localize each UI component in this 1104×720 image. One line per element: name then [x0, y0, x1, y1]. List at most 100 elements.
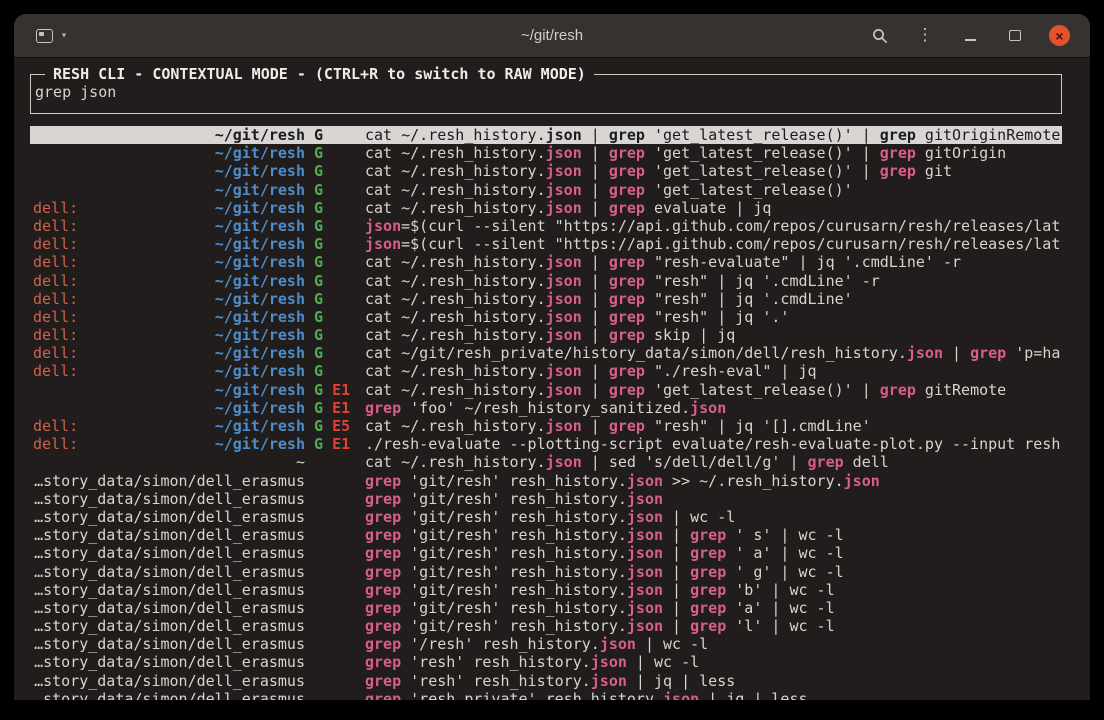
flag-badge: G [314, 126, 323, 144]
flags: G [314, 308, 356, 326]
command-text: cat ~/.resh_history.json | grep 'get_lat… [365, 381, 1062, 399]
history-row[interactable]: …story_data/simon/dell_erasmusgrep '/res… [30, 635, 1062, 653]
history-row[interactable]: dell:~/git/reshGjson=$(curl --silent "ht… [30, 235, 1062, 253]
flag-badge: G [314, 435, 323, 453]
history-row[interactable]: dell:~/git/reshGcat ~/.resh_history.json… [30, 308, 1062, 326]
search-query[interactable]: grep json [35, 83, 1053, 101]
history-row[interactable]: …story_data/simon/dell_erasmusgrep 'git/… [30, 526, 1062, 544]
history-row[interactable]: dell:~/git/reshG E1./resh-evaluate --plo… [30, 435, 1062, 453]
flags [314, 544, 356, 562]
history-row[interactable]: …story_data/simon/dell_erasmusgrep 'git/… [30, 581, 1062, 599]
tab-icon [36, 29, 53, 43]
history-row[interactable]: …story_data/simon/dell_erasmusgrep 'git/… [30, 544, 1062, 562]
command-text: grep 'foo' ~/resh_history_sanitized.json [365, 399, 1062, 417]
history-row[interactable]: …story_data/simon/dell_erasmusgrep 'resh… [30, 672, 1062, 690]
history-row[interactable]: ~/git/reshG E1grep 'foo' ~/resh_history_… [30, 399, 1062, 417]
history-row[interactable]: …story_data/simon/dell_erasmusgrep 'git/… [30, 490, 1062, 508]
restore-icon [1009, 30, 1021, 41]
match-highlight: grep [365, 399, 401, 417]
history-row[interactable]: ~/git/reshGcat ~/.resh_history.json | gr… [30, 162, 1062, 180]
history-row[interactable]: ~/git/reshGcat ~/.resh_history.json | gr… [30, 144, 1062, 162]
match-highlight: json [546, 162, 582, 180]
history-row[interactable]: dell:~/git/reshGcat ~/.resh_history.json… [30, 362, 1062, 380]
history-row[interactable]: ~/git/reshG E1cat ~/.resh_history.json |… [30, 381, 1062, 399]
tabs-button[interactable]: ▾ [36, 29, 67, 43]
command-text: cat ~/.resh_history.json | sed 's/dell/d… [365, 453, 1062, 471]
directory-label: ~/git/resh [215, 162, 305, 180]
match-highlight: grep [365, 490, 401, 508]
row-context: dell:~/git/resh [33, 326, 305, 344]
flag-badge: G [314, 144, 323, 162]
history-row[interactable]: …story_data/simon/dell_erasmusgrep 'resh… [30, 690, 1062, 700]
flags: G [314, 217, 356, 235]
command-text: grep 'git/resh' resh_history.json | grep… [365, 526, 1062, 544]
restore-button[interactable] [1004, 25, 1026, 47]
history-row[interactable]: …story_data/simon/dell_erasmusgrep 'git/… [30, 472, 1062, 490]
match-highlight: grep [365, 526, 401, 544]
match-highlight: grep [365, 508, 401, 526]
history-row[interactable]: dell:~/git/reshGcat ~/.resh_history.json… [30, 199, 1062, 217]
history-row[interactable]: …story_data/simon/dell_erasmusgrep 'git/… [30, 508, 1062, 526]
match-highlight: grep [609, 144, 645, 162]
match-highlight: grep [609, 290, 645, 308]
titlebar-actions: ⋮ × [869, 25, 1070, 47]
row-context: ~ [33, 453, 305, 471]
history-row[interactable]: …story_data/simon/dell_erasmusgrep 'git/… [30, 599, 1062, 617]
history-row[interactable]: dell:~/git/reshGcat ~/git/resh_private/h… [30, 344, 1062, 362]
history-row[interactable]: dell:~/git/reshGcat ~/.resh_history.json… [30, 290, 1062, 308]
history-row[interactable]: …story_data/simon/dell_erasmusgrep 'resh… [30, 653, 1062, 671]
flag-badge: G [314, 362, 323, 380]
match-highlight: json [546, 290, 582, 308]
row-context: ~/git/resh [33, 126, 305, 144]
directory-label: ~/git/resh [215, 399, 305, 417]
flags [314, 653, 356, 671]
host-label: dell: [33, 417, 78, 435]
match-highlight: grep [808, 453, 844, 471]
match-highlight: json [627, 526, 663, 544]
history-row[interactable]: dell:~/git/reshGjson=$(curl --silent "ht… [30, 217, 1062, 235]
history-row-selected[interactable]: ~/git/reshGcat ~/.resh_history.json | gr… [30, 126, 1062, 144]
match-highlight: json [546, 381, 582, 399]
flags: G [314, 199, 356, 217]
search-button[interactable] [869, 25, 891, 47]
history-row[interactable]: dell:~/git/reshGcat ~/.resh_history.json… [30, 326, 1062, 344]
directory-label: …story_data/simon/dell_erasmus [34, 599, 305, 617]
host-label: dell: [33, 253, 78, 271]
command-text: cat ~/.resh_history.json | grep 'get_lat… [365, 181, 1062, 199]
match-highlight: json [627, 508, 663, 526]
match-highlight: grep [690, 544, 726, 562]
match-highlight: json [546, 272, 582, 290]
minimize-button[interactable] [959, 25, 981, 47]
history-row[interactable]: …story_data/simon/dell_erasmus grep 'git/… [30, 563, 1062, 581]
command-text: ./resh-evaluate --plotting-script evalua… [365, 435, 1062, 453]
directory-label: …story_data/simon/dell_erasmus [34, 472, 305, 490]
row-context: ~/git/resh [33, 162, 305, 180]
match-highlight: grep [609, 126, 645, 144]
history-row[interactable]: ~ cat ~/.resh_history.json | sed 's/dell/… [30, 453, 1062, 471]
history-row[interactable]: dell:~/git/reshGcat ~/.resh_history.json… [30, 253, 1062, 271]
match-highlight: json [546, 453, 582, 471]
match-highlight: grep [880, 162, 916, 180]
history-row[interactable]: …story_data/simon/dell_erasmusgrep 'git/… [30, 617, 1062, 635]
host-label: dell: [33, 272, 78, 290]
menu-button[interactable]: ⋮ [914, 25, 936, 47]
match-highlight: grep [970, 344, 1006, 362]
command-text: cat ~/.resh_history.json | grep 'get_lat… [365, 162, 1062, 180]
match-highlight: grep [609, 381, 645, 399]
command-text: cat ~/.resh_history.json | grep evaluate… [365, 199, 1062, 217]
history-row[interactable]: dell:~/git/reshGcat ~/.resh_history.json… [30, 272, 1062, 290]
row-context: dell:~/git/resh [33, 217, 305, 235]
history-row[interactable]: ~/git/reshGcat ~/.resh_history.json | gr… [30, 181, 1062, 199]
history-row[interactable]: dell:~/git/reshG E5cat ~/.resh_history.j… [30, 417, 1062, 435]
row-context: …story_data/simon/dell_erasmus [33, 563, 305, 581]
flag-badge: G [314, 308, 323, 326]
row-context: dell:~/git/resh [33, 308, 305, 326]
command-text: grep 'git/resh' resh_history.json | grep… [365, 563, 1062, 581]
flag-badge: G [314, 199, 323, 217]
row-context: …story_data/simon/dell_erasmus [33, 690, 305, 700]
flag-badge: G [314, 399, 323, 417]
match-highlight: grep [365, 635, 401, 653]
flags: G [314, 272, 356, 290]
close-button[interactable]: × [1049, 25, 1070, 46]
match-highlight: json [546, 253, 582, 271]
